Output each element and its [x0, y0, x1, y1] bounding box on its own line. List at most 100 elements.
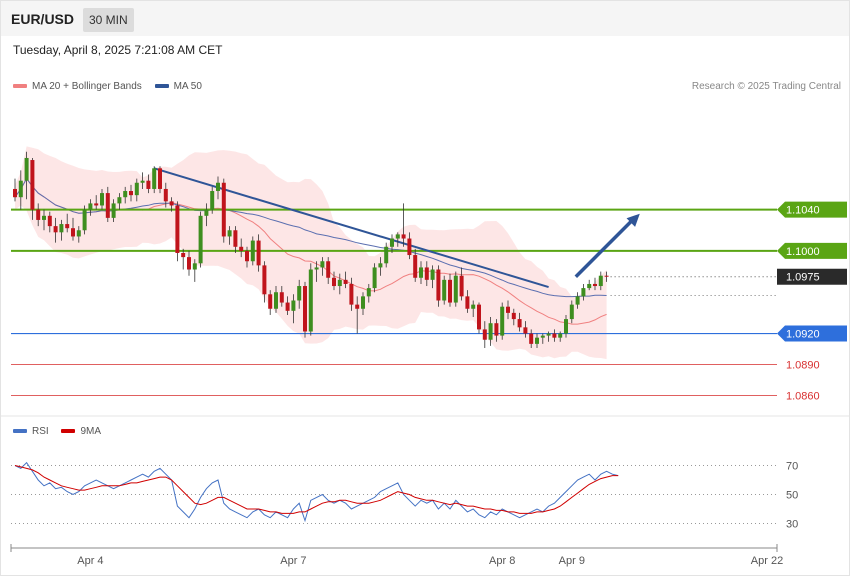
- candle-body: [407, 238, 412, 256]
- candle-body: [169, 201, 174, 206]
- candle-body: [529, 333, 534, 344]
- candle-body: [216, 182, 220, 192]
- candle-body: [303, 286, 307, 332]
- candle: [250, 236, 255, 266]
- candle-body: [430, 269, 435, 280]
- candle-body: [401, 234, 406, 239]
- candle-body: [395, 234, 400, 239]
- candle-body: [140, 180, 145, 183]
- candle-body: [18, 180, 23, 198]
- candle-body: [187, 257, 191, 270]
- candle-body: [59, 224, 64, 233]
- candle-body: [221, 182, 226, 237]
- candle-body: [53, 226, 58, 233]
- candle-body: [523, 327, 528, 334]
- candle-body: [337, 279, 342, 287]
- candle-body: [279, 292, 284, 303]
- candle-body: [163, 188, 168, 202]
- candle-body: [227, 230, 232, 237]
- candle-body: [332, 277, 336, 287]
- x-tick-label: Apr 8: [489, 555, 515, 567]
- candle-body: [477, 304, 481, 330]
- candle-body: [181, 252, 186, 258]
- candle-body: [30, 160, 35, 210]
- candle: [436, 265, 441, 307]
- candle-body: [239, 246, 244, 251]
- chart-canvas[interactable]: 1.1040 1.1000 1.0975 1.0920 1.0890 1.0860 70 5…: [1, 1, 849, 575]
- candle-body: [453, 275, 458, 303]
- candle-body: [506, 306, 510, 313]
- candle-body: [598, 275, 603, 287]
- candle-body: [569, 304, 574, 320]
- minor-support-label: 1.0860: [786, 391, 820, 403]
- candle-body: [320, 261, 325, 268]
- candle-body: [366, 288, 371, 297]
- candle-body: [593, 283, 597, 287]
- candle-body: [355, 304, 360, 309]
- candle-body: [158, 168, 162, 189]
- candle-body: [604, 275, 609, 277]
- candle-body: [268, 294, 273, 309]
- chart-widget: EUR/USD 30 MIN Tuesday, April 8, 2025 7:…: [0, 0, 850, 576]
- candle-body: [24, 157, 29, 181]
- candle-body: [47, 215, 52, 227]
- rsi-level-label: 50: [786, 490, 798, 502]
- candle-body: [152, 168, 157, 189]
- candle-body: [552, 333, 557, 338]
- candle-body: [146, 180, 151, 189]
- candle-body: [511, 312, 516, 320]
- candle-body: [442, 279, 447, 301]
- minor-support-label: 1.0890: [786, 360, 820, 372]
- candle: [198, 211, 203, 268]
- candle: [500, 302, 505, 340]
- candle-body: [175, 205, 180, 253]
- candle-body: [546, 333, 551, 336]
- candle-body: [129, 191, 133, 196]
- candle-body: [384, 246, 389, 264]
- candle-body: [390, 238, 394, 247]
- rsi-panel: 70 50 30: [11, 461, 798, 531]
- candle-body: [262, 265, 267, 295]
- candle-body: [540, 335, 545, 338]
- candle-body: [65, 224, 70, 229]
- candle-body: [575, 296, 580, 305]
- candle-body: [117, 197, 122, 204]
- candle-body: [204, 209, 209, 216]
- candle-body: [482, 329, 487, 340]
- x-axis: Apr 4 Apr 7 Apr 8 Apr 9 Apr 22: [10, 544, 783, 567]
- candle-body: [349, 283, 354, 305]
- candle-body: [36, 209, 41, 220]
- candle-body: [378, 263, 383, 268]
- candle-body: [210, 191, 215, 210]
- candle-body: [233, 230, 238, 247]
- projection-arrow-shaft: [574, 217, 636, 278]
- candle-body: [250, 240, 255, 262]
- candle: [82, 205, 87, 235]
- candle-body: [372, 267, 377, 289]
- candle-body: [111, 203, 116, 218]
- candle-body: [13, 188, 17, 198]
- candle-body: [76, 230, 81, 237]
- candle-body: [361, 296, 365, 309]
- candle-body: [291, 300, 296, 311]
- x-tick-label: Apr 22: [751, 555, 783, 567]
- candle-body: [192, 263, 197, 270]
- rsi-level-label: 30: [786, 519, 798, 531]
- candle-body: [274, 292, 278, 309]
- rsi-line: [14, 461, 619, 523]
- x-tick-label: Apr 9: [559, 555, 585, 567]
- candle: [372, 263, 377, 293]
- candle-body: [105, 193, 110, 218]
- candle-body: [123, 191, 128, 198]
- candle-body: [459, 275, 464, 297]
- candle-body: [494, 323, 499, 336]
- candle-body: [82, 209, 87, 231]
- candle: [303, 281, 307, 338]
- candle-body: [587, 283, 592, 289]
- candle: [477, 302, 481, 334]
- candle-body: [581, 288, 586, 297]
- support-label: 1.0920: [786, 329, 820, 341]
- candle-body: [308, 269, 313, 332]
- candle-body: [488, 323, 493, 340]
- candle-body: [535, 337, 539, 344]
